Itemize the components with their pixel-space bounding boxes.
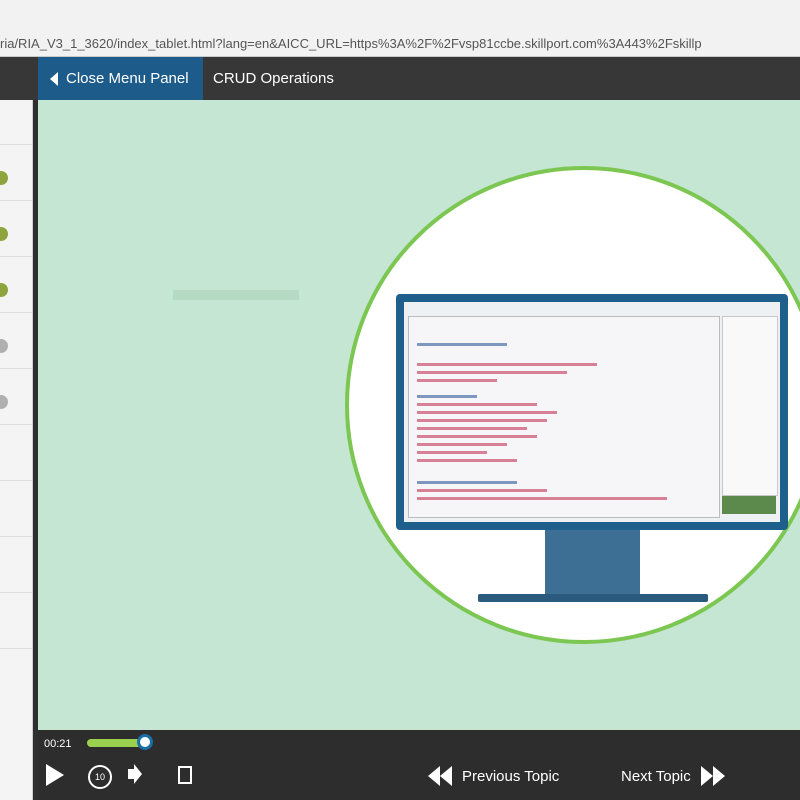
double-left-icon (428, 766, 440, 786)
background-watermark (173, 290, 299, 300)
double-left-icon (440, 766, 452, 786)
previous-topic-button[interactable]: Previous Topic (428, 766, 559, 786)
monitor-screen (404, 302, 780, 522)
menu-panel (0, 100, 33, 800)
completed-status-icon (0, 227, 8, 241)
incomplete-status-icon (0, 339, 8, 353)
progress-knob[interactable] (137, 734, 153, 750)
monitor-icon (396, 294, 788, 530)
close-menu-panel-button[interactable]: Close Menu Panel (38, 57, 203, 100)
monitor-stand (545, 530, 640, 598)
menu-item[interactable] (0, 492, 32, 537)
menu-item[interactable] (0, 436, 32, 481)
double-right-icon (712, 766, 725, 786)
elapsed-time: 00:21 (44, 738, 72, 750)
menu-item[interactable] (0, 268, 32, 313)
editor-side-panel (722, 316, 778, 496)
menu-item[interactable] (0, 604, 32, 649)
topic-title: CRUD Operations (213, 70, 334, 87)
editor-status-panel (722, 496, 776, 514)
next-topic-button[interactable]: Next Topic (621, 766, 725, 786)
player-controls: 00:21 10 Previous Topic Next Topic (38, 730, 800, 800)
transcript-icon[interactable] (178, 766, 192, 784)
replay-10-icon[interactable]: 10 (88, 765, 112, 789)
menu-item[interactable] (0, 156, 32, 201)
player-header: Close Menu Panel CRUD Operations (0, 57, 800, 100)
menu-item[interactable] (0, 380, 32, 425)
next-topic-label: Next Topic (621, 767, 691, 785)
menu-item[interactable] (0, 548, 32, 593)
menu-item[interactable] (0, 324, 32, 369)
close-menu-label: Close Menu Panel (66, 70, 189, 87)
chevron-left-icon (50, 71, 58, 86)
address-url[interactable]: ria/RIA_V3_1_3620/index_tablet.html?lang… (0, 36, 702, 51)
play-icon[interactable] (46, 764, 64, 786)
monitor-base (478, 594, 708, 602)
volume-cone (134, 764, 142, 784)
menu-item[interactable] (0, 212, 32, 257)
completed-status-icon (0, 283, 8, 297)
browser-address-bar[interactable]: ria/RIA_V3_1_3620/index_tablet.html?lang… (0, 0, 800, 57)
double-right-icon (700, 766, 713, 786)
incomplete-status-icon (0, 395, 8, 409)
content-stage (38, 100, 800, 730)
completed-status-icon (0, 171, 8, 185)
previous-topic-label: Previous Topic (462, 767, 560, 785)
menu-item[interactable] (0, 100, 32, 145)
code-editor-illustration (408, 316, 720, 518)
